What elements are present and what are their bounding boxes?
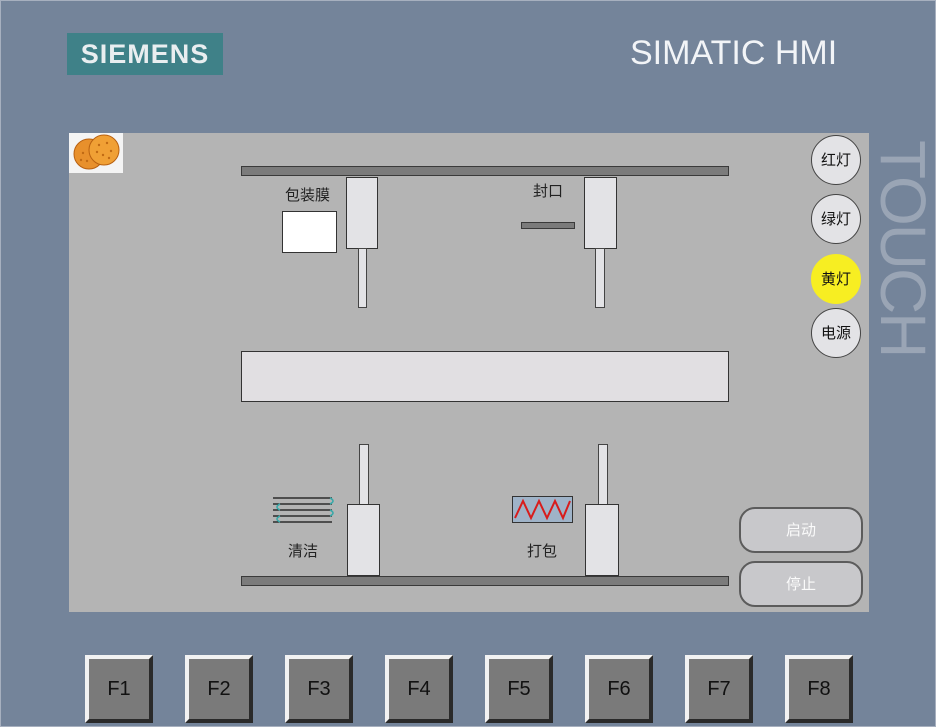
- clean-cylinder: [347, 504, 380, 576]
- top-rail: [241, 166, 729, 176]
- siemens-logo: SIEMENS: [67, 33, 223, 75]
- seal-cylinder: [584, 177, 617, 249]
- pack-label: 打包: [527, 542, 558, 560]
- f7-key[interactable]: F7: [685, 655, 753, 723]
- film-cylinder-rod: [358, 248, 367, 308]
- film-cylinder: [346, 177, 378, 249]
- seal-cylinder-rod: [595, 248, 605, 308]
- pack-cylinder-rod: [598, 444, 608, 506]
- f1-key[interactable]: F1: [85, 655, 153, 723]
- f3-key[interactable]: F3: [285, 655, 353, 723]
- clean-label: 清洁: [288, 542, 319, 560]
- seal-bar: [521, 222, 575, 229]
- start-button[interactable]: 启动: [739, 507, 863, 553]
- clean-cylinder-rod: [359, 444, 369, 506]
- film-label: 包装膜: [285, 186, 331, 204]
- bottom-rail: [241, 576, 729, 586]
- lamp-green-label: 绿灯: [820, 210, 851, 228]
- heater-zigzag-icon: [512, 496, 573, 523]
- f8-key[interactable]: F8: [785, 655, 853, 723]
- lamp-power[interactable]: 电源: [811, 308, 861, 358]
- simatic-hmi-title: SIMATIC HMI: [630, 34, 838, 72]
- lamp-red-label: 红灯: [820, 151, 851, 169]
- f6-key[interactable]: F6: [585, 655, 653, 723]
- pack-cylinder: [585, 504, 619, 576]
- coil-icon: [272, 495, 338, 525]
- conveyor: [241, 351, 729, 402]
- lamp-power-label: 电源: [820, 324, 851, 342]
- f2-key[interactable]: F2: [185, 655, 253, 723]
- lamp-yellow-label: 黄灯: [820, 270, 851, 288]
- stop-button[interactable]: 停止: [739, 561, 863, 607]
- film-roll: [282, 211, 337, 253]
- touch-label: TOUCH: [867, 140, 936, 357]
- lamp-yellow[interactable]: 黄灯: [811, 254, 861, 304]
- lamp-red[interactable]: 红灯: [811, 135, 861, 185]
- seal-label: 封口: [533, 182, 564, 200]
- f4-key[interactable]: F4: [385, 655, 453, 723]
- f5-key[interactable]: F5: [485, 655, 553, 723]
- lamp-green[interactable]: 绿灯: [811, 194, 861, 244]
- hmi-screen: 包装膜 封口 清洁 打包 红灯 绿灯 黄灯 电源 启动 停止: [69, 133, 869, 612]
- cookie-icon: [69, 133, 123, 173]
